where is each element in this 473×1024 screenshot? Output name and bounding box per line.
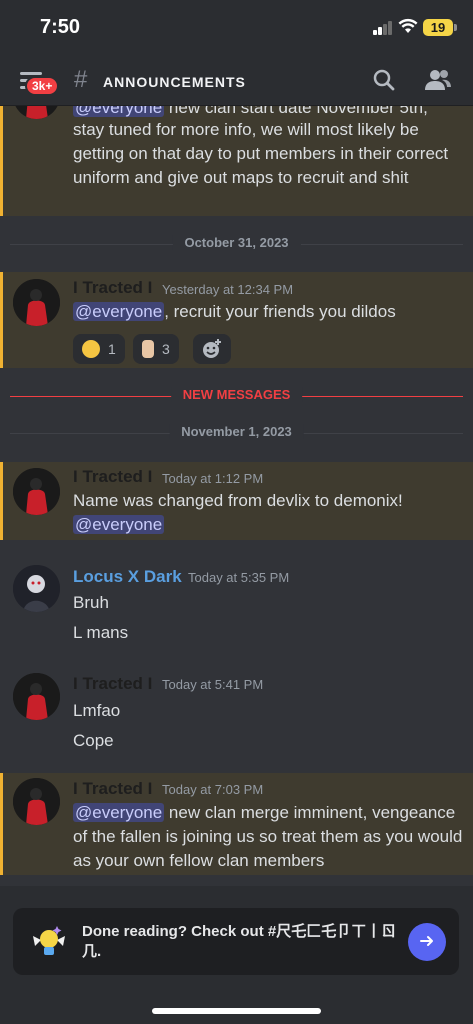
timestamp: Today at 5:35 PM: [188, 570, 290, 585]
message-text: Name was changed from devlix to demonix!: [73, 491, 403, 510]
wifi-icon: [398, 18, 418, 33]
battery-indicator: 19: [423, 19, 457, 36]
username[interactable]: I Tracted I: [73, 779, 152, 799]
pointing-up-icon: [142, 339, 154, 358]
members-icon[interactable]: [424, 68, 452, 92]
home-indicator[interactable]: [152, 1008, 321, 1014]
everyone-mention[interactable]: @everyone: [73, 302, 165, 321]
prompt-text: Done reading? Check out #尺乇匚乇卩ㄒ丨ㄖ 几.: [82, 923, 397, 960]
username[interactable]: I Tracted I: [73, 674, 152, 694]
message-text: @everyone new clan merge imminent, venge…: [73, 803, 463, 870]
message-text: Lmfao: [73, 701, 121, 720]
everyone-mention[interactable]: @everyone: [73, 803, 165, 822]
reaction-pointing-up[interactable]: 3: [133, 334, 179, 364]
arrow-right-icon: [420, 936, 433, 947]
notification-badge: 3k+: [25, 76, 60, 96]
bottom-bar: Done reading? Check out #尺乇匚乇卩ㄒ丨ㄖ 几.: [0, 886, 473, 1024]
message-text: Cope: [73, 731, 114, 750]
username[interactable]: Locus X Dark: [73, 567, 182, 587]
add-reaction-button[interactable]: [193, 334, 231, 364]
lightbulb-icon: [33, 926, 65, 955]
message-text: @everyone, recruit your friends you dild…: [73, 302, 396, 321]
channel-hash-icon: #: [74, 66, 88, 93]
avatar[interactable]: [13, 778, 60, 825]
message-text: Bruh: [73, 593, 109, 612]
go-to-channel-button[interactable]: [408, 923, 446, 961]
next-channel-prompt[interactable]: Done reading? Check out #尺乇匚乇卩ㄒ丨ㄖ 几.: [13, 908, 459, 975]
nerd-face-icon: [82, 339, 100, 358]
timestamp: Today at 5:41 PM: [162, 677, 264, 692]
avatar[interactable]: [13, 279, 60, 326]
new-messages-divider: NEW MESSAGES: [10, 387, 463, 402]
timestamp: Today at 1:12 PM: [162, 471, 264, 486]
status-bar: 7:50 19: [0, 0, 473, 56]
avatar[interactable]: [13, 565, 60, 612]
cellular-signal-icon: [373, 21, 393, 35]
channel-header: 3k+ # ANNOUNCEMENTS: [0, 56, 473, 106]
date-divider: October 31, 2023: [10, 235, 463, 250]
everyone-mention[interactable]: @everyone: [73, 106, 165, 117]
message-text: L mans: [73, 623, 129, 642]
timestamp: Yesterday at 12:34 PM: [162, 282, 294, 297]
date-divider-label: November 1, 2023: [169, 424, 304, 439]
timestamp: Today at 7:03 PM: [162, 782, 264, 797]
message-list[interactable]: @everyone new clan start date November 5…: [0, 106, 473, 886]
add-reaction-icon: [203, 338, 221, 358]
status-time: 7:50: [40, 16, 81, 38]
date-divider: November 1, 2023: [10, 424, 463, 439]
message-text: @everyone: [73, 513, 468, 537]
username[interactable]: I Tracted I: [73, 467, 152, 487]
reaction-nerd-face[interactable]: 1: [73, 334, 125, 364]
date-divider-label: October 31, 2023: [172, 235, 301, 250]
new-messages-label: NEW MESSAGES: [170, 387, 303, 402]
channel-name[interactable]: ANNOUNCEMENTS: [103, 74, 246, 90]
message-text: stay tuned for more info, we will most l…: [73, 120, 449, 187]
everyone-mention[interactable]: @everyone: [73, 515, 165, 534]
search-icon[interactable]: [372, 68, 396, 92]
avatar[interactable]: [13, 673, 60, 720]
username[interactable]: I Tracted I: [73, 278, 152, 298]
avatar[interactable]: [13, 468, 60, 515]
